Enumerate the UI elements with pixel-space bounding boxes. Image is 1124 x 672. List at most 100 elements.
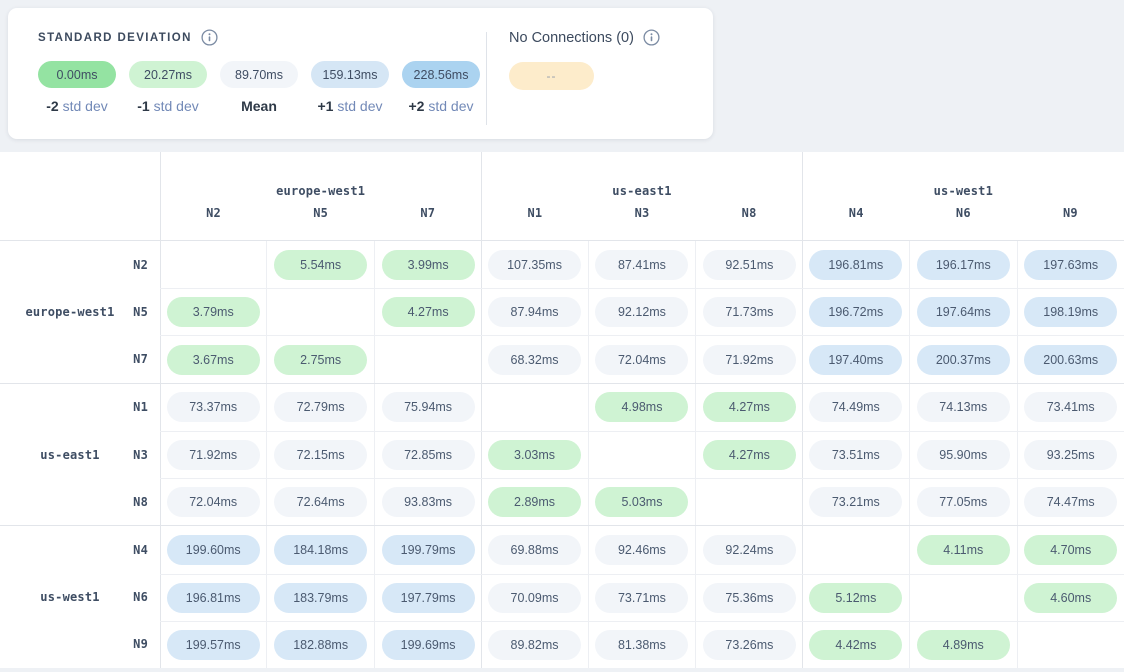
latency-cell[interactable]: 73.26ms	[695, 622, 802, 668]
legend-stop: 159.13ms+1 std dev	[311, 61, 389, 114]
latency-cell[interactable]: 69.88ms	[481, 526, 587, 573]
latency-cell[interactable]: 92.51ms	[695, 241, 802, 288]
latency-cell[interactable]: 72.04ms	[160, 479, 266, 525]
latency-cell[interactable]: 74.47ms	[1017, 479, 1124, 525]
latency-pill: 87.94ms	[488, 297, 581, 327]
latency-cell[interactable]: 74.13ms	[909, 384, 1016, 431]
latency-cell[interactable]: 184.18ms	[266, 526, 373, 573]
latency-cell[interactable]: 4.27ms	[695, 432, 802, 478]
latency-cell[interactable]: 81.38ms	[588, 622, 695, 668]
latency-cell[interactable]: 77.05ms	[909, 479, 1016, 525]
latency-cell[interactable]: 107.35ms	[481, 241, 587, 288]
latency-cell[interactable]: 196.81ms	[160, 575, 266, 621]
legend-stop-label: -2 std dev	[46, 98, 107, 114]
latency-cell[interactable]: 199.79ms	[374, 526, 481, 573]
table-row: N371.92ms72.15ms72.85ms3.03ms4.27ms73.51…	[0, 431, 1124, 478]
latency-cell[interactable]: 93.25ms	[1017, 432, 1124, 478]
latency-cell[interactable]: 72.85ms	[374, 432, 481, 478]
latency-cell[interactable]: 196.81ms	[803, 241, 909, 288]
latency-cell[interactable]: 92.12ms	[588, 289, 695, 335]
latency-cell[interactable]: 196.17ms	[909, 241, 1016, 288]
latency-cell[interactable]: 199.69ms	[374, 622, 481, 668]
latency-cell[interactable]: 73.37ms	[160, 384, 266, 431]
latency-cell[interactable]: 197.79ms	[374, 575, 481, 621]
latency-cell[interactable]: 72.79ms	[266, 384, 373, 431]
matrix-corner	[0, 152, 160, 240]
latency-cell[interactable]: 3.67ms	[160, 336, 266, 382]
latency-cell[interactable]: 87.94ms	[481, 289, 587, 335]
latency-cell[interactable]: 3.99ms	[374, 241, 481, 288]
latency-cell[interactable]: 72.04ms	[588, 336, 695, 382]
latency-cell[interactable]: 70.09ms	[481, 575, 587, 621]
latency-pill: 197.40ms	[809, 345, 902, 375]
latency-cell[interactable]: 2.75ms	[266, 336, 373, 382]
latency-cell[interactable]: 3.03ms	[481, 432, 587, 478]
latency-cell[interactable]: 4.89ms	[909, 622, 1016, 668]
latency-cell[interactable]: 72.64ms	[266, 479, 373, 525]
info-icon[interactable]	[201, 29, 218, 46]
latency-cell[interactable]: 197.64ms	[909, 289, 1016, 335]
latency-pill: 2.75ms	[274, 345, 367, 375]
column-node-label: N8	[696, 206, 803, 240]
latency-cell[interactable]: 73.21ms	[803, 479, 909, 525]
latency-cell[interactable]: 75.94ms	[374, 384, 481, 431]
latency-cell[interactable]: 71.73ms	[695, 289, 802, 335]
latency-cell[interactable]: 4.27ms	[374, 289, 481, 335]
latency-cell[interactable]: 72.15ms	[266, 432, 373, 478]
latency-cell[interactable]: 95.90ms	[909, 432, 1016, 478]
latency-pill: 93.25ms	[1024, 440, 1117, 470]
latency-cell[interactable]: 74.49ms	[803, 384, 909, 431]
latency-cell[interactable]: 5.12ms	[803, 575, 909, 621]
latency-pill: 4.11ms	[917, 535, 1010, 565]
latency-cell[interactable]: 5.54ms	[266, 241, 373, 288]
table-row: N872.04ms72.64ms93.83ms2.89ms5.03ms73.21…	[0, 478, 1124, 525]
latency-cell[interactable]: 199.57ms	[160, 622, 266, 668]
latency-pill: 107.35ms	[488, 250, 581, 280]
latency-cell[interactable]: 197.63ms	[1017, 241, 1124, 288]
info-icon[interactable]	[643, 29, 660, 46]
std-dev-legend: STANDARD DEVIATION 0.00ms-2 std dev20.27…	[8, 8, 486, 139]
latency-pill: 73.37ms	[167, 392, 260, 422]
row-region-label: europe-west1	[0, 241, 140, 383]
latency-cell[interactable]: 2.89ms	[481, 479, 587, 525]
latency-pill: 92.51ms	[703, 250, 796, 280]
legend-stop: 89.70msMean	[220, 61, 298, 114]
latency-pill: 4.89ms	[917, 630, 1010, 660]
latency-cell[interactable]: 4.98ms	[588, 384, 695, 431]
latency-cell[interactable]: 197.40ms	[803, 336, 909, 382]
latency-cell[interactable]: 73.71ms	[588, 575, 695, 621]
latency-cell[interactable]: 200.37ms	[909, 336, 1016, 382]
latency-cell[interactable]: 196.72ms	[803, 289, 909, 335]
table-row: N9199.57ms182.88ms199.69ms89.82ms81.38ms…	[0, 621, 1124, 668]
latency-pill: 199.79ms	[382, 535, 475, 565]
latency-cell[interactable]: 4.27ms	[695, 384, 802, 431]
latency-cell[interactable]: 92.46ms	[588, 526, 695, 573]
latency-cell[interactable]: 198.19ms	[1017, 289, 1124, 335]
row-cells: 73.37ms72.79ms 75.94ms 4.98ms4.27ms74.49ms…	[160, 384, 1124, 431]
latency-cell[interactable]: 73.51ms	[803, 432, 909, 478]
latency-cell[interactable]: 200.63ms	[1017, 336, 1124, 382]
latency-pill: 92.24ms	[703, 535, 796, 565]
latency-cell[interactable]: 4.42ms	[803, 622, 909, 668]
latency-pill: 95.90ms	[917, 440, 1010, 470]
latency-cell[interactable]: 93.83ms	[374, 479, 481, 525]
latency-cell[interactable]: 71.92ms	[695, 336, 802, 382]
latency-cell[interactable]: 92.24ms	[695, 526, 802, 573]
latency-cell[interactable]: 73.41ms	[1017, 384, 1124, 431]
latency-cell[interactable]: 4.70ms	[1017, 526, 1124, 573]
latency-cell[interactable]: 199.60ms	[160, 526, 266, 573]
column-region-label: europe-west1	[160, 152, 481, 206]
latency-cell[interactable]: 3.79ms	[160, 289, 266, 335]
latency-cell[interactable]: 5.03ms	[588, 479, 695, 525]
latency-cell[interactable]: 87.41ms	[588, 241, 695, 288]
latency-cell[interactable]: 182.88ms	[266, 622, 373, 668]
latency-cell[interactable]: 4.11ms	[909, 526, 1016, 573]
latency-cell[interactable]: 68.32ms	[481, 336, 587, 382]
latency-pill: 74.47ms	[1024, 487, 1117, 517]
latency-cell[interactable]: 4.60ms	[1017, 575, 1124, 621]
latency-cell[interactable]: 89.82ms	[481, 622, 587, 668]
latency-cell[interactable]: 75.36ms	[695, 575, 802, 621]
latency-cell[interactable]: 183.79ms	[266, 575, 373, 621]
latency-cell[interactable]: 71.92ms	[160, 432, 266, 478]
latency-pill: 75.94ms	[382, 392, 475, 422]
